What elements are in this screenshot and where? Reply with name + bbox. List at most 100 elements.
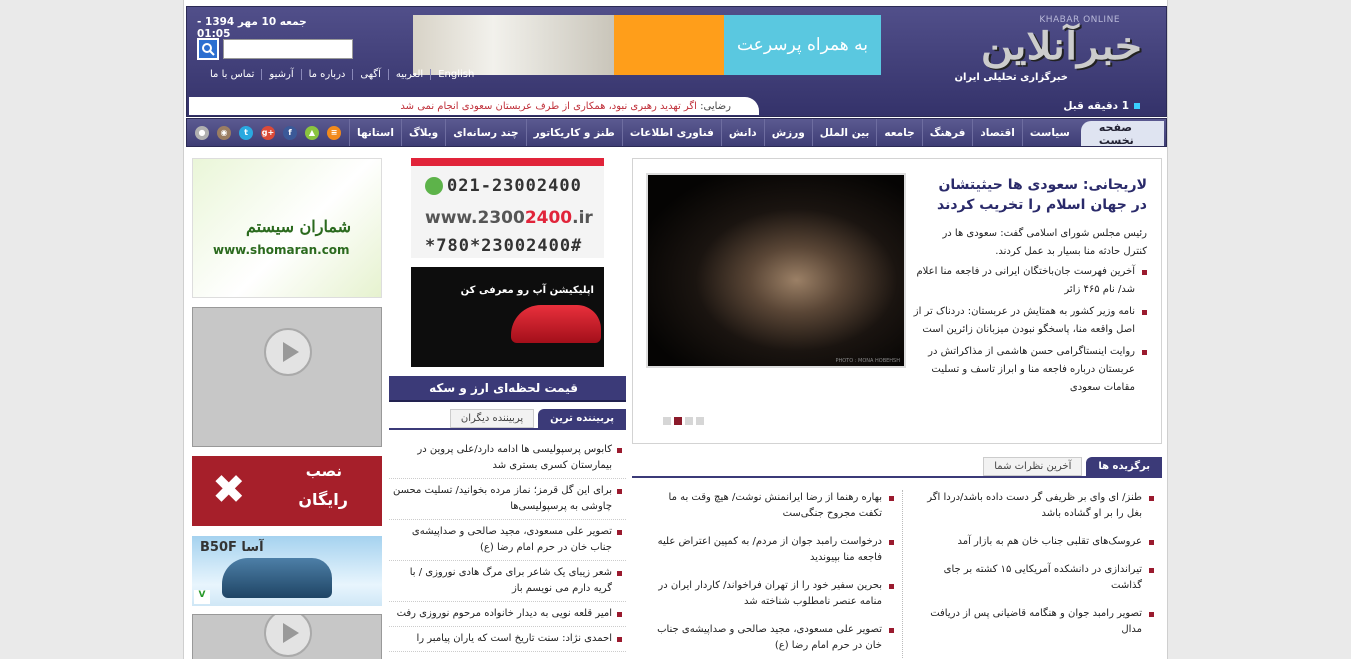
- nav-home[interactable]: صفحه نخست: [1080, 121, 1164, 147]
- toplink-ads[interactable]: آگهی: [352, 69, 387, 80]
- site-tagline: خبرگزاری تحلیلی ایران: [954, 72, 1068, 83]
- tab-latest-comments[interactable]: آخرین نظرات شما: [983, 457, 1083, 476]
- last-update: 1 دقیقه قبل: [1063, 100, 1140, 112]
- rss-icon[interactable]: ≡: [327, 125, 341, 140]
- slider-dot[interactable]: [696, 417, 704, 425]
- twitter-icon[interactable]: t: [239, 125, 253, 140]
- asa-car-ad[interactable]: B50F آسا V: [192, 536, 382, 606]
- list-item[interactable]: شعر زیبای یک شاعر برای مرگ هادی نوروزی /…: [389, 561, 626, 602]
- list-item[interactable]: بحرین سفیر خود را از تهران فراخواند/ کار…: [650, 578, 894, 610]
- list-item[interactable]: برای این گل قرمز؛ نماز مرده بخوانید/ تسل…: [389, 479, 626, 520]
- toplink-contact[interactable]: تماس با ما: [203, 69, 261, 80]
- toplink-arabic[interactable]: العربیه: [387, 69, 430, 80]
- list-item[interactable]: امیر قلعه نویی به دیدار خانواده مرحوم نو…: [389, 602, 626, 627]
- search-icon: [202, 43, 215, 56]
- tab-others-viewed[interactable]: پربیننده دیگران: [449, 409, 535, 428]
- slider-dots: [663, 417, 704, 425]
- facebook-icon[interactable]: f: [283, 125, 297, 140]
- popular-tabs: پربیننده ترین پربیننده دیگران: [389, 408, 626, 430]
- selected-tabs: برگزیده ها آخرین نظرات شما: [632, 456, 1162, 478]
- play-icon[interactable]: [264, 615, 312, 657]
- asa-badge: V: [194, 590, 210, 604]
- featured-headline[interactable]: لاریجانی: سعودی ها حیثیتشان در جهان اسلا…: [927, 175, 1147, 215]
- video-player[interactable]: [192, 307, 382, 447]
- banner-text: به همراه پرسرعت: [724, 15, 881, 75]
- phone-number-ad[interactable]: 021-23002400 www.23002400.ir *780*230024…: [411, 158, 604, 258]
- popular-tab-bar: پربیننده ترین پربیننده دیگران: [389, 408, 626, 430]
- toplink-english[interactable]: English: [430, 69, 481, 80]
- selected-news-col-1: طنز/ ای وای بر ظریفی گر دست داده باشد/در…: [902, 490, 1162, 659]
- free-install-ad[interactable]: ✖ نصب رایگان: [192, 456, 382, 526]
- car-image: [511, 305, 601, 343]
- currency-rates-title[interactable]: قیمت لحظه‌ای ارز و سکه: [389, 376, 626, 402]
- list-item[interactable]: طنز/ ای وای بر ظریفی گر دست داده باشد/در…: [911, 490, 1154, 522]
- ad-phone-line: 021-23002400: [425, 176, 582, 196]
- site-logo[interactable]: KHABAR ONLINE خبرآنلاین: [952, 15, 1146, 75]
- slider-dot[interactable]: [663, 417, 671, 425]
- main-nav: صفحه نخست سیاست اقتصاد فرهنگ جامعه بین ا…: [186, 118, 1167, 147]
- search-input[interactable]: [223, 39, 353, 59]
- aparat-icon[interactable]: ●: [195, 125, 209, 140]
- toplink-archive[interactable]: آرشیو: [261, 69, 300, 80]
- search-button[interactable]: [197, 38, 219, 60]
- nav-culture[interactable]: فرهنگ: [921, 119, 973, 146]
- list-item[interactable]: تصویر رامبد جوان و هنگامه قاضیانی پس از …: [911, 606, 1154, 638]
- news-ticker[interactable]: رضایی: اگر تهدید رهبری نبود، همکاری از ط…: [189, 97, 759, 115]
- related-item[interactable]: آخرین فهرست جان‌باختگان ایرانی در فاجعه …: [912, 263, 1147, 299]
- tab-selected[interactable]: برگزیده ها: [1086, 457, 1162, 476]
- featured-related-list: آخرین فهرست جان‌باختگان ایرانی در فاجعه …: [912, 263, 1147, 401]
- list-item[interactable]: بهاره رهنما از رضا ایرانمنش نوشت/ هیچ وق…: [650, 490, 894, 522]
- car-image: [222, 558, 332, 598]
- list-item[interactable]: درخواست رامبد جوان از مردم/ به کمپین اعت…: [650, 534, 894, 566]
- install-line-2: رایگان: [298, 490, 348, 509]
- ticker-text[interactable]: اگر تهدید رهبری نبود، همکاری از طرف عربس…: [400, 101, 700, 112]
- featured-photo[interactable]: PHOTO : MONA HOBEHSH: [646, 173, 906, 368]
- ad-url-line: www.23002400.ir: [425, 208, 593, 228]
- android-icon[interactable]: ▲: [305, 125, 319, 140]
- nav-it[interactable]: فناوری اطلاعات: [621, 119, 721, 146]
- nav-international[interactable]: بین الملل: [811, 119, 877, 146]
- nav-science[interactable]: دانش: [720, 119, 764, 146]
- related-item[interactable]: روایت اینستاگرامی حسن هاشمی از مذاکراتش …: [912, 343, 1147, 397]
- nav-satire[interactable]: طنز و کاریکاتور: [525, 119, 622, 146]
- related-item[interactable]: نامه وزیر کشور به همتایش در عربستان: درد…: [912, 303, 1147, 339]
- featured-lead: رئیس مجلس شورای اسلامی گفت: سعودی ها در …: [942, 228, 1147, 257]
- list-item[interactable]: تصویر علی مسعودی، مجید صالحی و صداپیشه‌ی…: [650, 622, 894, 654]
- nav-blog[interactable]: وبلاگ: [400, 119, 445, 146]
- nav-provinces[interactable]: استانها: [349, 119, 401, 146]
- list-item[interactable]: احمدی نژاد: سنت تاریخ است که یاران پیامب…: [389, 627, 626, 652]
- banner-photo: [413, 15, 614, 75]
- ad-car-text: اپلیکیشن آپ رو معرفی کن: [460, 285, 594, 296]
- play-icon[interactable]: [264, 328, 312, 376]
- toplink-about[interactable]: درباره ما: [300, 69, 353, 80]
- ad-ussd-line: *780*23002400#: [425, 236, 583, 256]
- top-links: English العربیه آگهی درباره ما آرشیو تما…: [203, 69, 481, 80]
- slider-dot-active[interactable]: [674, 417, 682, 425]
- shomaran-fa: شماران سیستم: [245, 217, 351, 236]
- nav-economy[interactable]: اقتصاد: [972, 119, 1021, 146]
- shomaran-url: www.shomaran.com: [213, 243, 350, 257]
- tab-most-viewed[interactable]: پربیننده ترین: [538, 409, 626, 428]
- google-plus-icon[interactable]: g+: [261, 125, 275, 140]
- selected-news-box: برگزیده ها آخرین نظرات شما طنز/ ای وای ب…: [632, 456, 1162, 659]
- list-item[interactable]: عروسک‌های تقلبی جناب خان هم به بازار آمد: [911, 534, 1154, 550]
- banner-orange-block: [614, 15, 724, 75]
- instagram-icon[interactable]: ◉: [217, 125, 231, 140]
- header-banner-ad[interactable]: به همراه پرسرعت: [413, 15, 881, 75]
- shomaran-ad[interactable]: شماران سیستم www.shomaran.com: [192, 158, 382, 298]
- asa-brand: B50F آسا: [200, 540, 264, 555]
- nav-society[interactable]: جامعه: [876, 119, 921, 146]
- most-viewed-list: کابوس پرسپولیسی ها ادامه دارد/علی پروین …: [389, 438, 626, 652]
- video-player-2[interactable]: [192, 614, 382, 659]
- list-item[interactable]: تیراندازی در دانشکده آمریکایی ۱۵ کشته بر…: [911, 562, 1154, 594]
- list-item[interactable]: تصویر علی مسعودی، مجید صالحی و صداپیشه‌ی…: [389, 520, 626, 561]
- nav-politics[interactable]: سیاست: [1021, 119, 1077, 146]
- social-icons: ≡ ▲ f g+ t ◉ ●: [187, 119, 349, 146]
- list-item[interactable]: کابوس پرسپولیسی ها ادامه دارد/علی پروین …: [389, 438, 626, 479]
- install-line-1: نصب: [305, 462, 342, 480]
- nav-multimedia[interactable]: چند رسانه‌ای: [445, 119, 525, 146]
- logo-english: KHABAR ONLINE: [1039, 15, 1120, 25]
- app-car-ad[interactable]: اپلیکیشن آپ رو معرفی کن: [411, 267, 604, 367]
- nav-sports[interactable]: ورزش: [763, 119, 812, 146]
- slider-dot[interactable]: [685, 417, 693, 425]
